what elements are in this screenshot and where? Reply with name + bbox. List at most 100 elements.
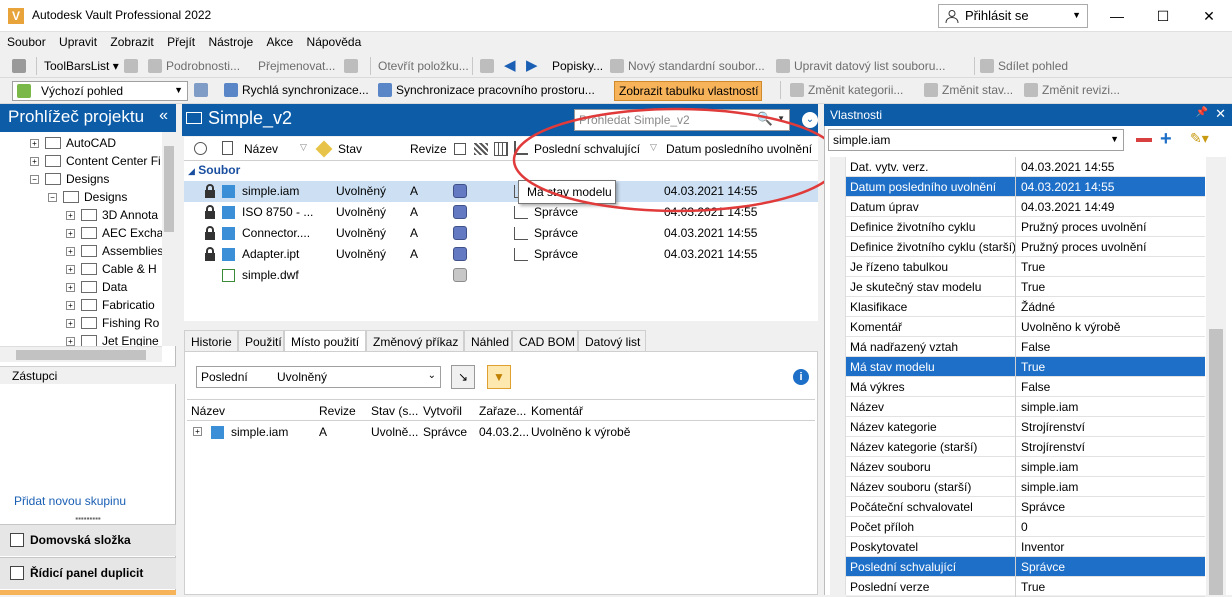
expand-toggle-icon[interactable]: + xyxy=(66,265,75,274)
minimize-button[interactable]: — xyxy=(1094,0,1140,32)
property-row[interactable]: Má nadřazený vztah False xyxy=(846,337,1205,357)
pane-icon[interactable] xyxy=(344,57,362,75)
property-row[interactable]: Název simple.iam xyxy=(846,397,1205,417)
expand-toggle-icon[interactable]: + xyxy=(66,229,75,238)
tree-item[interactable]: − Designs xyxy=(30,170,109,188)
tab-5[interactable]: CAD BOM xyxy=(512,330,578,352)
tree-horizontal-scrollbar[interactable] xyxy=(0,346,162,362)
workspace-sync-button[interactable]: Synchronizace pracovního prostoru... xyxy=(378,81,595,99)
tab-4[interactable]: Náhled xyxy=(464,330,512,352)
close-button[interactable]: ✕ xyxy=(1186,0,1232,32)
property-row[interactable]: Poslední verze True xyxy=(846,577,1205,597)
property-row[interactable]: Dat. vytv. verz. 04.03.2021 14:55 xyxy=(846,157,1205,177)
expand-tree-icon[interactable]: ↘ xyxy=(451,365,475,389)
checkbox-column-icon[interactable] xyxy=(454,143,466,155)
table-row[interactable]: ISO 8750 - ... Uvolněný A Správce 04.03.2021… xyxy=(184,202,818,223)
pin-icon[interactable]: 📌 xyxy=(1196,107,1208,118)
column-name[interactable]: Název xyxy=(244,142,278,156)
expand-toggle-icon[interactable]: + xyxy=(30,157,39,166)
where-used-column-header[interactable]: Revize xyxy=(319,404,356,418)
filter-icon[interactable] xyxy=(480,57,498,75)
where-used-column-header[interactable]: Komentář xyxy=(531,404,583,418)
expand-toggle-icon[interactable]: + xyxy=(66,247,75,256)
expand-toggle-icon[interactable]: + xyxy=(30,139,39,148)
property-row[interactable]: Má stav modelu True xyxy=(846,357,1205,377)
forward-arrow-icon[interactable]: ▶ xyxy=(526,57,538,75)
tree-item[interactable]: + Cable & H xyxy=(66,260,157,278)
table-row[interactable]: simple.dwf xyxy=(184,265,818,286)
print-icon[interactable] xyxy=(12,57,30,75)
property-row[interactable]: Je řízeno tabulkou True xyxy=(846,257,1205,277)
property-row[interactable]: Název souboru simple.iam xyxy=(846,457,1205,477)
property-row[interactable]: Má výkres False xyxy=(846,377,1205,397)
menu-nastroje[interactable]: Nástroje xyxy=(205,32,256,49)
search-input[interactable]: Prohledat Simple_v2 🔍 ▼ xyxy=(574,109,790,131)
tree-item[interactable]: + Jet Engine xyxy=(66,332,159,346)
add-icon[interactable]: + xyxy=(1160,129,1176,149)
tree-item[interactable]: + AEC Excha xyxy=(66,224,162,242)
rename-button[interactable]: Přejmenovat... xyxy=(258,57,335,75)
menu-upravit[interactable]: Upravit xyxy=(56,32,100,49)
expand-toggle-icon[interactable]: + xyxy=(193,427,202,436)
change-category-button[interactable]: Změnit kategorii... xyxy=(790,81,903,99)
properties-vertical-scrollbar[interactable] xyxy=(1206,157,1226,595)
quick-sync-button[interactable]: Rychlá synchronizace... xyxy=(224,81,369,99)
toolbars-list-button[interactable]: ToolBarsList ▾ xyxy=(44,57,119,75)
menu-zobrazit[interactable]: Zobrazit xyxy=(107,32,156,49)
table-row[interactable]: simple.iam Uvolněný A 04.03.2021 14:55 xyxy=(184,181,818,202)
edit-datasheet-button[interactable]: Upravit datový list souboru... xyxy=(776,57,945,75)
copy-icon[interactable] xyxy=(124,57,142,75)
column-last-approver[interactable]: Poslední schvalující xyxy=(534,142,640,156)
show-property-grid-button[interactable]: Zobrazit tabulku vlastností xyxy=(614,81,762,101)
menu-napoveda[interactable]: Nápověda xyxy=(304,32,365,49)
info-icon[interactable]: i xyxy=(793,369,809,385)
expand-toggle-icon[interactable]: + xyxy=(66,337,75,346)
column-state[interactable]: Stav xyxy=(338,142,362,156)
labels-button[interactable]: Popisky... xyxy=(552,57,603,75)
remove-icon[interactable] xyxy=(1136,138,1152,142)
menu-akce[interactable]: Akce xyxy=(264,32,297,49)
where-used-column-header[interactable]: Název xyxy=(191,404,225,418)
collapse-icon[interactable]: « xyxy=(159,107,168,125)
expand-toggle-icon[interactable]: + xyxy=(66,211,75,220)
signin-dropdown[interactable]: Přihlásit se ▼ xyxy=(938,4,1088,28)
property-row[interactable]: Poskytovatel Inventor xyxy=(846,537,1205,557)
property-row[interactable]: Datum posledního uvolnění 04.03.2021 14:5… xyxy=(846,177,1205,197)
property-row[interactable]: Název kategorie Strojírenství xyxy=(846,417,1205,437)
property-row[interactable]: Klasifikace Žádné xyxy=(846,297,1205,317)
tree-item[interactable]: − Designs xyxy=(48,188,127,206)
tree-item[interactable]: + Fishing Ro xyxy=(66,314,159,332)
menu-soubor[interactable]: Soubor xyxy=(4,32,49,49)
property-row[interactable]: Definice životního cyklu (starší) Pružný … xyxy=(846,237,1205,257)
change-revision-button[interactable]: Změnit revizi... xyxy=(1024,81,1120,99)
column-last-release-date[interactable]: Datum posledního uvolnění xyxy=(666,142,812,156)
tree-item[interactable]: +3D Annota xyxy=(66,206,158,224)
expand-toggle-icon[interactable]: + xyxy=(66,319,75,328)
tree-item[interactable]: + Assemblies xyxy=(66,242,162,260)
duplicates-dashboard-button[interactable]: Řídicí panel duplicit xyxy=(0,557,176,589)
tree-item[interactable]: + Data xyxy=(66,278,127,296)
tab-2[interactable]: Místo použití xyxy=(284,330,366,352)
property-row[interactable]: Název kategorie (starší) Strojírenství xyxy=(846,437,1205,457)
property-row[interactable]: Datum úprav 04.03.2021 14:49 xyxy=(846,197,1205,217)
share-view-button[interactable]: Sdílet pohled xyxy=(980,57,1068,75)
property-row[interactable]: Počet příloh 0 xyxy=(846,517,1205,537)
tree-item[interactable]: + Content Center Fi xyxy=(30,152,161,170)
tree-item[interactable]: + AutoCAD xyxy=(30,134,116,152)
where-used-column-header[interactable]: Stav (s... xyxy=(371,404,418,418)
expand-toggle-icon[interactable]: − xyxy=(30,175,39,184)
expand-toggle-icon[interactable]: + xyxy=(66,301,75,310)
where-used-filter-select[interactable]: Poslední Uvolněný ⌄ xyxy=(196,366,441,388)
tab-3[interactable]: Změnový příkaz xyxy=(366,330,464,352)
splitter-handle[interactable]: ▪▪▪▪▪▪▪▪▪ xyxy=(0,515,176,524)
new-file-button[interactable]: Nový standardní soubor... xyxy=(610,57,765,75)
filter-icon[interactable]: ▼ xyxy=(487,365,511,389)
where-used-column-header[interactable]: Zařaze... xyxy=(479,404,526,418)
tab-1[interactable]: Použití xyxy=(238,330,284,352)
open-item-button[interactable]: Otevřít položku... xyxy=(378,57,469,75)
property-row[interactable]: Název souboru (starší) simple.iam xyxy=(846,477,1205,497)
table-row[interactable]: Adapter.ipt Uvolněný A Správce 04.03.2021 14… xyxy=(184,244,818,265)
chevron-down-icon[interactable]: ▼ xyxy=(777,114,785,123)
expand-icon[interactable]: ⌄ xyxy=(802,112,818,128)
pencil-icon[interactable]: ✎▾ xyxy=(1190,130,1220,148)
